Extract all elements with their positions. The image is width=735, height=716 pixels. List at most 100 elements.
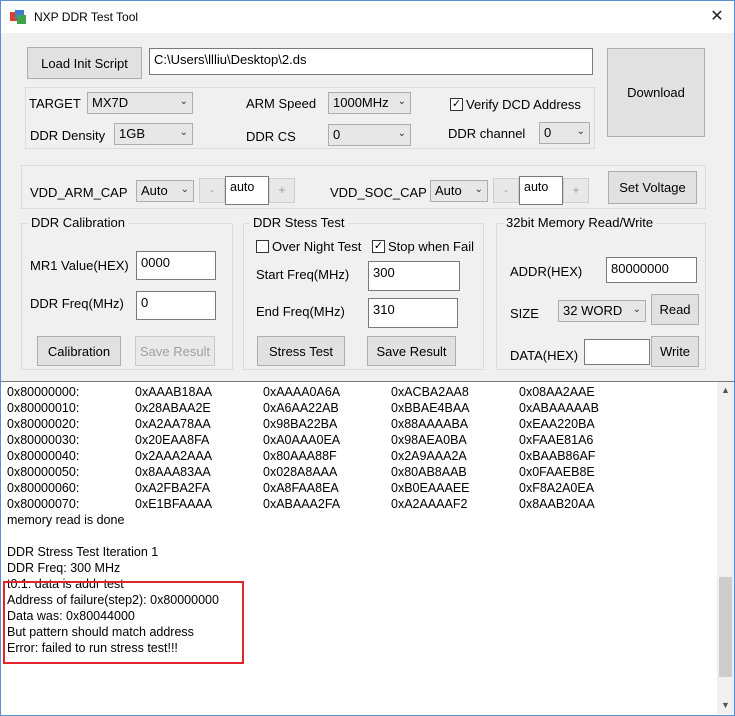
dump-word: 0x98BA22BA — [263, 417, 338, 431]
app-window: NXP DDR Test Tool ✕ Load Init Script C:\… — [0, 0, 735, 716]
ddr-cs-select[interactable]: 0 ⌄ — [328, 124, 411, 146]
dump-address: 0x80000020: — [7, 417, 80, 431]
dump-word: 0xBAAB86AF — [519, 449, 596, 463]
dump-word: 0x28ABAA2E — [135, 401, 211, 415]
dump-word: 0xA8FAA8EA — [263, 481, 339, 495]
dump-word: 0x8AAA83AA — [135, 465, 211, 479]
mr1-value-label: MR1 Value(HEX) — [30, 258, 129, 273]
size-value: 32 WORD — [563, 303, 623, 318]
verify-dcd-checkbox[interactable]: ✓ — [450, 98, 463, 111]
read-button[interactable]: Read — [651, 294, 699, 325]
script-path-field[interactable]: C:\Users\llliu\Desktop\2.ds — [149, 48, 593, 75]
download-button[interactable]: Download — [607, 48, 705, 137]
data-hex-field[interactable] — [584, 339, 650, 365]
vdd-arm-plus-button[interactable]: + — [269, 178, 295, 203]
calibration-save-result-button[interactable]: Save Result — [135, 336, 215, 366]
dump-word: 0xA2AAAAF2 — [391, 497, 468, 511]
dump-row: 0x80000050: 0x8AAA83AA 0x028A8AAA 0x80AB… — [7, 464, 595, 480]
target-value: MX7D — [92, 95, 129, 110]
over-night-test-label: Over Night Test — [272, 239, 362, 254]
log-scrollbar[interactable]: ▲ ▼ — [717, 382, 734, 714]
target-select[interactable]: MX7D ⌄ — [87, 92, 193, 114]
addr-field[interactable]: 80000000 — [606, 257, 697, 283]
dump-word: 0xBBAE4BAA — [391, 401, 470, 415]
vdd-arm-mode-value: Auto — [141, 183, 168, 198]
ddr-density-value: 1GB — [119, 126, 146, 141]
vdd-arm-value-field[interactable]: auto — [225, 176, 269, 205]
stress-test-button[interactable]: Stress Test — [257, 336, 345, 366]
load-init-script-button[interactable]: Load Init Script — [27, 47, 142, 79]
addr-label: ADDR(HEX) — [510, 264, 583, 279]
memory-rw-title: 32bit Memory Read/Write — [503, 215, 657, 230]
dump-word: 0xB0EAAAEE — [391, 481, 470, 495]
dump-row: 0x80000030: 0x20EAA8FA 0xA0AAA0EA 0x98AE… — [7, 432, 593, 448]
dump-word: 0x88AAAABA — [391, 417, 469, 431]
dump-word: 0x80AAA88F — [263, 449, 337, 463]
ddr-calibration-title: DDR Calibration — [28, 215, 128, 230]
dump-address: 0x80000070: — [7, 497, 80, 511]
set-voltage-button[interactable]: Set Voltage — [608, 171, 697, 204]
ddr-channel-select[interactable]: 0 ⌄ — [539, 122, 590, 144]
vdd-arm-cap-label: VDD_ARM_CAP — [30, 185, 128, 200]
data-hex-label: DATA(HEX) — [510, 348, 579, 363]
vdd-soc-value-field[interactable]: auto — [519, 176, 563, 205]
calibration-button[interactable]: Calibration — [37, 336, 121, 366]
dump-address: 0x80000000: — [7, 385, 80, 399]
over-night-test-checkbox[interactable] — [256, 240, 269, 253]
chevron-down-icon: ⌄ — [632, 304, 641, 315]
ddr-channel-value: 0 — [544, 125, 552, 140]
dump-word: 0xA2AA78AA — [135, 417, 211, 431]
ddr-cs-label: DDR CS — [246, 129, 296, 144]
verify-dcd-label: Verify DCD Address — [466, 97, 581, 112]
chevron-down-icon: ⌄ — [397, 128, 406, 139]
close-icon[interactable]: ✕ — [700, 1, 734, 32]
dump-word: 0xA2FBA2FA — [135, 481, 211, 495]
dump-address: 0x80000030: — [7, 433, 80, 447]
start-freq-label: Start Freq(MHz) — [256, 267, 350, 282]
dump-word: 0xE1BFAAAA — [135, 497, 213, 511]
chevron-down-icon: ⌄ — [474, 184, 483, 195]
vdd-arm-minus-button[interactable]: - — [199, 178, 225, 203]
vdd-arm-mode-select[interactable]: Auto ⌄ — [136, 180, 194, 202]
dump-row: 0x80000020: 0xA2AA78AA 0x98BA22BA 0x88AA… — [7, 416, 595, 432]
dump-address: 0x80000050: — [7, 465, 80, 479]
vdd-soc-minus-button[interactable]: - — [493, 178, 519, 203]
window-title: NXP DDR Test Tool — [34, 10, 139, 24]
dump-word: 0xAAAB18AA — [135, 385, 213, 399]
ddr-density-label: DDR Density — [30, 128, 106, 143]
stress-save-result-button[interactable]: Save Result — [367, 336, 456, 366]
chevron-down-icon: ⌄ — [576, 126, 585, 137]
dump-word: 0xA0AAA0EA — [263, 433, 341, 447]
chevron-down-icon: ⌄ — [179, 127, 188, 138]
vdd-soc-plus-button[interactable]: + — [563, 178, 589, 203]
size-select[interactable]: 32 WORD ⌄ — [558, 300, 646, 322]
dump-word: 0x80AB8AAB — [391, 465, 467, 479]
log-line: DDR Stress Test Iteration 1 — [7, 545, 159, 559]
error-highlight-box — [3, 581, 244, 664]
chevron-down-icon: ⌄ — [179, 96, 188, 107]
output-log[interactable]: 0x80000000: 0xAAAB18AA 0xAAAA0A6A 0xACBA… — [1, 381, 734, 715]
ddr-freq-field[interactable]: 0 — [136, 291, 216, 320]
arm-speed-select[interactable]: 1000MHz ⌄ — [328, 92, 411, 114]
scroll-down-icon[interactable]: ▼ — [717, 697, 734, 714]
scroll-thumb[interactable] — [719, 577, 732, 677]
chevron-down-icon: ⌄ — [397, 96, 406, 107]
dump-word: 0xABAAAAAB — [519, 401, 599, 415]
stop-when-fail-checkbox[interactable]: ✓ — [372, 240, 385, 253]
ddr-freq-label: DDR Freq(MHz) — [30, 296, 124, 311]
dump-row: 0x80000060: 0xA2FBA2FA 0xA8FAA8EA 0xB0EA… — [7, 480, 594, 496]
start-freq-field[interactable]: 300 — [368, 261, 460, 291]
dump-word: 0xABAAA2FA — [263, 497, 341, 511]
ddr-density-select[interactable]: 1GB ⌄ — [114, 123, 193, 145]
end-freq-field[interactable]: 310 — [368, 298, 458, 328]
vdd-soc-cap-label: VDD_SOC_CAP — [330, 185, 427, 200]
scroll-up-icon[interactable]: ▲ — [717, 382, 734, 399]
write-button[interactable]: Write — [651, 336, 699, 367]
dump-address: 0x80000040: — [7, 449, 80, 463]
mr1-value-field[interactable]: 0000 — [136, 251, 216, 280]
dump-word: 0x20EAA8FA — [135, 433, 210, 447]
dump-word: 0xEAA220BA — [519, 417, 595, 431]
dump-word: 0x08AA2AAE — [519, 385, 595, 399]
vdd-soc-mode-select[interactable]: Auto ⌄ — [430, 180, 488, 202]
